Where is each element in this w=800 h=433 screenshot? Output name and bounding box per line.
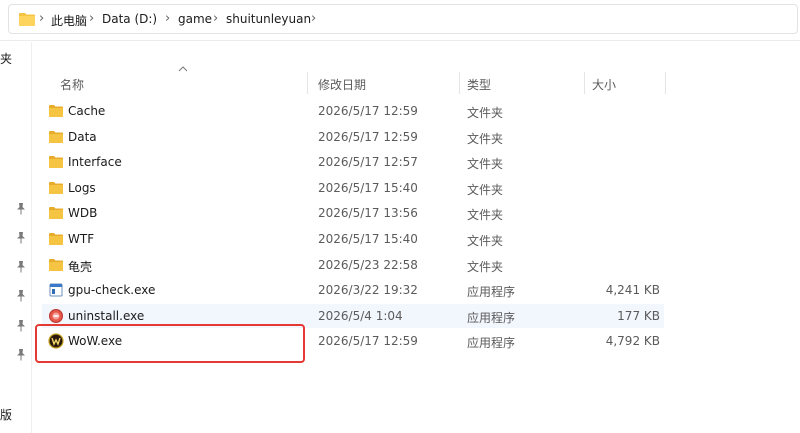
column-resize-handle[interactable]: [459, 72, 460, 94]
breadcrumb-item-game[interactable]: game: [178, 12, 212, 26]
chevron-right-icon: ›: [213, 11, 219, 26]
file-modified-date: 2026/5/17 15:40: [318, 232, 418, 246]
file-type: 文件夹: [467, 182, 504, 197]
file-modified-date: 2026/5/17 12:59: [318, 334, 418, 349]
file-modified-date: 2026/5/17 12:59: [318, 129, 418, 144]
file-name: Cache: [68, 104, 106, 118]
pin-icon[interactable]: [16, 290, 26, 302]
breadcrumb-item-this-pc[interactable]: 此电脑: [51, 12, 87, 29]
nav-item-version[interactable]: 版: [0, 406, 12, 423]
pin-icon[interactable]: [16, 203, 26, 215]
highlight-annotation: [35, 324, 305, 363]
file-row[interactable]: Logs 2026/5/17 15:40 文件夹: [42, 176, 664, 200]
sort-ascending-icon: [178, 66, 188, 72]
file-modified-date: 2026/5/17 15:40: [318, 180, 418, 195]
file-type: 文件夹: [467, 234, 504, 248]
file-name: 龟壳: [68, 259, 93, 274]
folder-icon: [48, 103, 64, 119]
breadcrumb-item-shuitunleyuan[interactable]: shuitunleyuan: [226, 12, 311, 26]
file-row[interactable]: Interface 2026/5/17 12:57 文件夹: [42, 150, 664, 174]
file-row[interactable]: WTF 2026/5/17 15:40 文件夹: [42, 227, 664, 251]
column-resize-handle[interactable]: [584, 72, 585, 94]
file-type: 文件夹: [467, 131, 504, 146]
file-row[interactable]: Data 2026/5/17 12:59 文件夹: [42, 125, 664, 149]
file-type: 应用程序: [467, 310, 516, 325]
folder-icon: [48, 180, 64, 196]
file-type: 应用程序: [467, 336, 516, 351]
nav-item-folder[interactable]: 夹: [0, 50, 12, 67]
file-size: 177 KB: [617, 308, 660, 323]
folder-icon: [48, 205, 64, 221]
file-row[interactable]: gpu-check.exe 2026/3/22 19:32 应用程序 4,241 KB: [42, 278, 664, 302]
file-row[interactable]: WDB 2026/5/17 13:56 文件夹: [42, 201, 664, 225]
file-name: Logs: [68, 180, 96, 195]
exe-app-icon: [48, 282, 64, 298]
breadcrumb-item-drive[interactable]: Data (D:): [102, 12, 157, 26]
file-type: 文件夹: [467, 208, 504, 223]
file-modified-date: 2026/3/22 19:32: [318, 283, 418, 298]
file-type: 应用程序: [467, 285, 516, 300]
address-bar[interactable]: › 此电脑 › Data (D:) › game › shuitunleyuan…: [8, 4, 798, 34]
chevron-right-icon: ›: [89, 11, 95, 26]
column-header-size[interactable]: 大小: [592, 76, 616, 93]
file-modified-date: 2026/5/17 12:59: [318, 104, 418, 118]
file-modified-date: 2026/5/4 1:04: [318, 308, 403, 323]
pin-icon[interactable]: [16, 349, 26, 361]
column-header-date[interactable]: 修改日期: [318, 76, 366, 93]
file-row[interactable]: Cache 2026/5/17 12:59 文件夹: [42, 99, 664, 123]
file-modified-date: 2026/5/23 22:58: [318, 257, 418, 272]
folder-icon: [48, 154, 64, 170]
file-type: 文件夹: [467, 157, 504, 172]
pin-icon[interactable]: [16, 261, 26, 273]
uninstall-icon: [48, 308, 64, 324]
file-size: 4,241 KB: [605, 283, 660, 298]
toolbar-divider: [0, 40, 800, 41]
file-modified-date: 2026/5/17 13:56: [318, 206, 418, 221]
file-name: WDB: [68, 206, 98, 221]
file-name: WTF: [68, 232, 95, 246]
file-name: Data: [68, 129, 97, 144]
file-type: 文件夹: [467, 106, 504, 120]
folder-icon: [48, 129, 64, 145]
folder-icon: [48, 231, 64, 247]
pin-icon[interactable]: [16, 320, 26, 332]
chevron-right-icon: ›: [39, 11, 45, 26]
column-resize-handle[interactable]: [665, 72, 666, 94]
file-name: Interface: [68, 155, 122, 170]
file-modified-date: 2026/5/17 12:57: [318, 155, 418, 170]
chevron-right-icon[interactable]: ›: [311, 11, 316, 26]
chevron-right-icon: ›: [165, 11, 171, 26]
column-header-type[interactable]: 类型: [467, 76, 491, 93]
file-name: uninstall.exe: [68, 308, 145, 323]
file-name: gpu-check.exe: [68, 283, 156, 298]
folder-icon: [48, 257, 64, 273]
pin-icon[interactable]: [16, 232, 26, 244]
column-resize-handle[interactable]: [307, 72, 308, 94]
file-size: 4,792 KB: [605, 334, 660, 349]
file-type: 文件夹: [467, 259, 504, 274]
column-header-name[interactable]: 名称: [60, 76, 84, 93]
folder-icon: [19, 13, 35, 26]
nav-pane-divider: [31, 42, 32, 433]
file-row[interactable]: 龟壳 2026/5/23 22:58 文件夹: [42, 253, 664, 277]
